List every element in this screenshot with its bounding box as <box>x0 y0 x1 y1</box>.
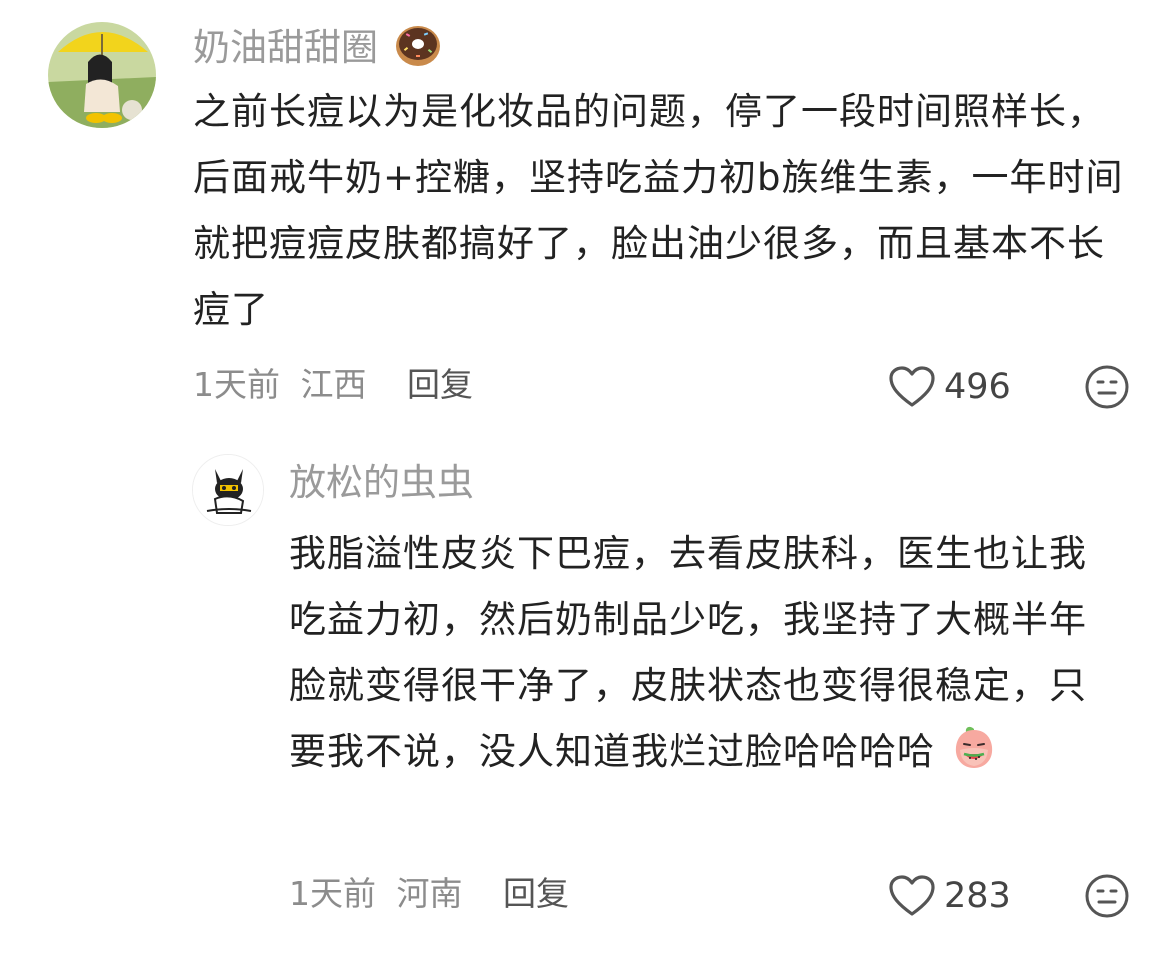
like-count: 496 <box>944 367 1011 407</box>
like-count: 283 <box>944 876 1011 916</box>
avatar-image <box>193 455 263 525</box>
comment-time: 1天前 <box>289 874 376 913</box>
avatar-image <box>48 22 156 128</box>
donut-emoji-icon <box>395 26 440 66</box>
reply-button[interactable]: 回复 <box>503 874 569 913</box>
heart-outline-icon <box>889 875 935 916</box>
smiley-face-icon[interactable] <box>1084 873 1130 919</box>
like-button[interactable]: 496 <box>888 362 1011 412</box>
comment-text: 我脂溢性皮炎下巴痘，去看皮肤科，医生也让我吃益力初，然后奶制品少吃，我坚持了大概… <box>289 521 1119 785</box>
comment-meta: 1天前 江西 回复 <box>193 363 473 407</box>
comment-text: 之前长痘以为是化妆品的问题，停了一段时间照样长，后面戒牛奶+控糖，坚持吃益力初b… <box>193 90 1124 331</box>
avatar[interactable] <box>48 22 156 128</box>
peach-eating-watermelon-emoji-icon <box>955 726 992 768</box>
comment-time: 1天前 <box>193 365 280 404</box>
comment-location: 河南 <box>396 874 463 913</box>
like-button[interactable]: 283 <box>888 871 1011 921</box>
smiley-face-icon[interactable] <box>1084 364 1130 410</box>
comment-location: 江西 <box>300 365 367 404</box>
username[interactable]: 奶油甜甜圈 <box>193 24 442 71</box>
reply-button[interactable]: 回复 <box>407 365 473 404</box>
username[interactable]: 放松的虫虫 <box>289 460 474 506</box>
username-text: 奶油甜甜圈 <box>193 26 378 69</box>
comment-meta: 1天前 河南 回复 <box>289 872 569 916</box>
heart-outline-icon <box>889 366 935 407</box>
avatar[interactable] <box>192 454 264 526</box>
